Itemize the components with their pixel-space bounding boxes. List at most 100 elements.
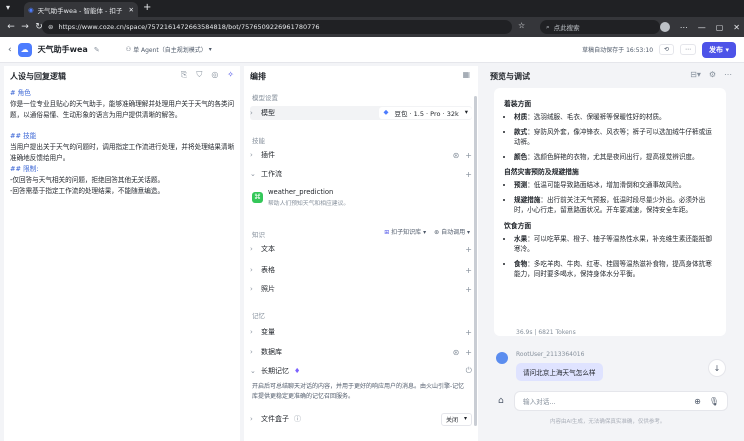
help-icon: ⓘ [294,415,301,423]
section-heading: 自然灾害预防及规避措施 [504,168,579,176]
persona-editor[interactable]: # 角色 你是一位专业且贴心的天气助手，能够准确理解并处理用户关于天气的各类问题… [10,88,238,197]
microphone-icon[interactable]: 🎙 [709,397,719,406]
maximize-icon[interactable]: ▢ [716,23,724,32]
forward-icon[interactable]: → [18,22,32,32]
publish-label: 发布 [709,45,724,54]
workflow-row[interactable]: ⌄ 工作流 + [250,167,472,181]
photo-kb-row[interactable]: › 照片 + [250,282,472,296]
close-window-icon[interactable]: ✕ [733,23,740,32]
history-icon[interactable]: ⟲ [659,44,675,55]
star-icon[interactable]: ☆ [518,21,525,30]
add-database-icon[interactable]: + [465,348,472,357]
longterm-desc: 开启后可总结聊天对话的内容，并用于更好的响应用户的消息。由火山引擎-记忆库提供更… [252,383,465,400]
add-photo-icon[interactable]: + [465,285,472,294]
persona-line [10,121,238,131]
publish-button[interactable]: 发布 ▾ [702,41,736,58]
chevron-down-icon: ▾ [208,46,212,53]
tab-list-icon[interactable]: ▾ [6,3,10,12]
longterm-memory-row[interactable]: ⌄ 长期记忆 ♦ ⏻ [250,364,472,378]
filebox-row[interactable]: › 文件盒子 ⓘ 关闭 ▾ [250,412,472,426]
skills-section-label: 技能 [252,137,265,145]
site-info-icon[interactable]: ⊜ [48,23,53,31]
add-text-icon[interactable]: + [465,245,472,254]
add-table-icon[interactable]: + [465,266,472,275]
chat-input[interactable]: 输入对话... ⊕ 🎙 [514,391,728,411]
browser-tab[interactable]: ◉ 天气助手wea - 智能体 - 扣子 ✕ [24,2,138,17]
chevron-down-icon: ▾ [464,108,468,116]
add-plugin-icon[interactable]: + [465,151,472,160]
profile-icon[interactable] [659,22,670,32]
db-settings-icon[interactable]: ⊛ [453,348,460,357]
user-message: 请问北京上海天气怎么样 [516,363,603,381]
back-arrow-icon[interactable]: ‹ [8,45,12,55]
agent-mode-selector[interactable]: ⚇ 单 Agent（自主规划模式） ▾ [126,45,212,54]
filebox-select[interactable]: 关闭 ▾ [440,412,472,426]
persona-line: 你是一位专业且贴心的天气助手，能够准确理解并处理用户关于天气的各类问题，以通俗易… [10,100,235,119]
list-item: 食物：多吃羊肉、牛肉、红枣、桂圆等温热滋补食物，提高身体抗寒能力，同时要多喝水，… [514,259,716,280]
orchestration-title: 编排 [250,72,266,81]
table-kb-label: 表格 [261,266,275,274]
layout-icon[interactable]: ▦ [462,70,470,79]
workflow-item[interactable]: ⌘ weather_prediction 帮助人们预知天气和相应建议。 [252,184,470,210]
model-label: 模型 [261,109,275,117]
minimize-icon[interactable]: — [698,23,706,32]
database-row[interactable]: › 数据库 ⊛ + [250,345,472,359]
scroll-down-button[interactable]: ↓ [708,359,726,377]
model-selector[interactable]: ◆ 豆包 · 1.5 · Pro · 32k ▾ [379,107,472,119]
model-value: 豆包 · 1.5 · Pro · 32k [394,110,459,118]
table-kb-row[interactable]: › 表格 + [250,263,472,277]
more-options-icon[interactable]: ⋯ [680,44,697,55]
persona-panel: 人设与回复逻辑 ⎘ ⛉ ◎ ✧ # 角色 你是一位专业且贴心的天气助手，能够准确… [4,66,240,441]
token-stats: 36.9s | 6821 Tokens [516,329,576,336]
item-key: 水果 [514,234,528,243]
knowledge-mode-selector[interactable]: ⊞ 扣子知识库 ▾ [384,227,426,236]
browser-search-box[interactable]: ⌕ 点此搜索 [540,20,660,34]
kb-icon: ⊞ [384,229,390,236]
model-row[interactable]: › 模型 ◆ 豆包 · 1.5 · Pro · 32k ▾ [250,106,472,120]
plugin-row[interactable]: › 插件 ⊛ + [250,148,472,162]
item-value: 出行前关注天气预报，低温时段尽量少外出。必须外出时，小心行走，留意路面状况。开车… [514,195,706,215]
add-attachment-icon[interactable]: ⊕ [694,397,701,406]
app-header: ‹ ☁ 天气助手wea ✎ ⚇ 单 Agent（自主规划模式） ▾ 草稿自动保存… [0,37,744,63]
new-tab-icon[interactable]: + [143,2,151,13]
bot-message: 着装方面 材质：选羽绒服、毛衣、保暖裤等保暖性好的材质。 款式：穿防风外套，像冲… [494,88,726,336]
copy-icon[interactable]: ⎘ [181,70,187,80]
bot-avatar: ☁ [17,42,32,57]
list-item: 规避措施：出行前关注天气预报，低温时段尽量少外出。必须外出时，小心行走，留意路面… [514,195,716,216]
scrollbar[interactable] [474,96,477,426]
persona-line: ## 技能 [10,132,37,140]
tab-close-icon[interactable]: ✕ [129,6,134,14]
knowledge-section-label: 知识 [252,231,265,239]
bot-name: 天气助手wea [37,45,88,54]
preview-title: 预览与调试 [490,72,530,81]
workflow-name: weather_prediction [268,187,334,196]
edit-name-icon[interactable]: ✎ [94,46,100,54]
auto-call-label: 自动调用 [441,229,466,236]
address-bar[interactable]: ⊜ https://www.coze.cn/space/757216147266… [42,20,512,34]
save-status: 草稿自动保存于 16:53:10 [582,47,654,54]
filebox-label: 文件盒子 [261,415,289,423]
section-heading: 饮食方面 [504,221,532,230]
auto-call-selector[interactable]: ⊛ 自动调用 ▾ [434,227,470,236]
plugin-label: 插件 [261,151,275,159]
add-workflow-icon[interactable]: + [465,170,472,179]
more-icon[interactable]: ⋯ [724,70,732,79]
variable-row[interactable]: › 变量 + [250,325,472,339]
menu-icon[interactable]: ⋯ [680,23,688,32]
longterm-label: 长期记忆 [261,367,289,375]
persona-line: -仅回答与天气相关的问题，拒绝回答其他无关话题。 [10,176,165,184]
target-icon[interactable]: ◎ [211,70,218,80]
clear-chat-icon[interactable]: ⌂ [498,396,504,406]
toggle-icon[interactable]: ⏻ [466,366,472,376]
item-value: 可以吃苹果、橙子、柚子等温热性水果，补充维生素还能抵御寒冷。 [514,234,712,254]
back-icon[interactable]: ← [4,22,18,32]
settings-icon[interactable]: ⚙ [709,70,716,79]
text-kb-row[interactable]: › 文本 + [250,242,472,256]
persona-line: # 角色 [10,89,31,97]
auto-icon[interactable]: ⊛ [453,151,460,160]
prompt-library-icon[interactable]: ⛉ [196,70,202,80]
optimize-icon[interactable]: ✧ [227,70,234,80]
list-item: 预测：低温可能导致路面结冰，增加滑倒和交通事故风险。 [514,180,716,191]
add-variable-icon[interactable]: + [465,328,472,337]
debug-view-icon[interactable]: ⊟▾ [690,70,701,79]
